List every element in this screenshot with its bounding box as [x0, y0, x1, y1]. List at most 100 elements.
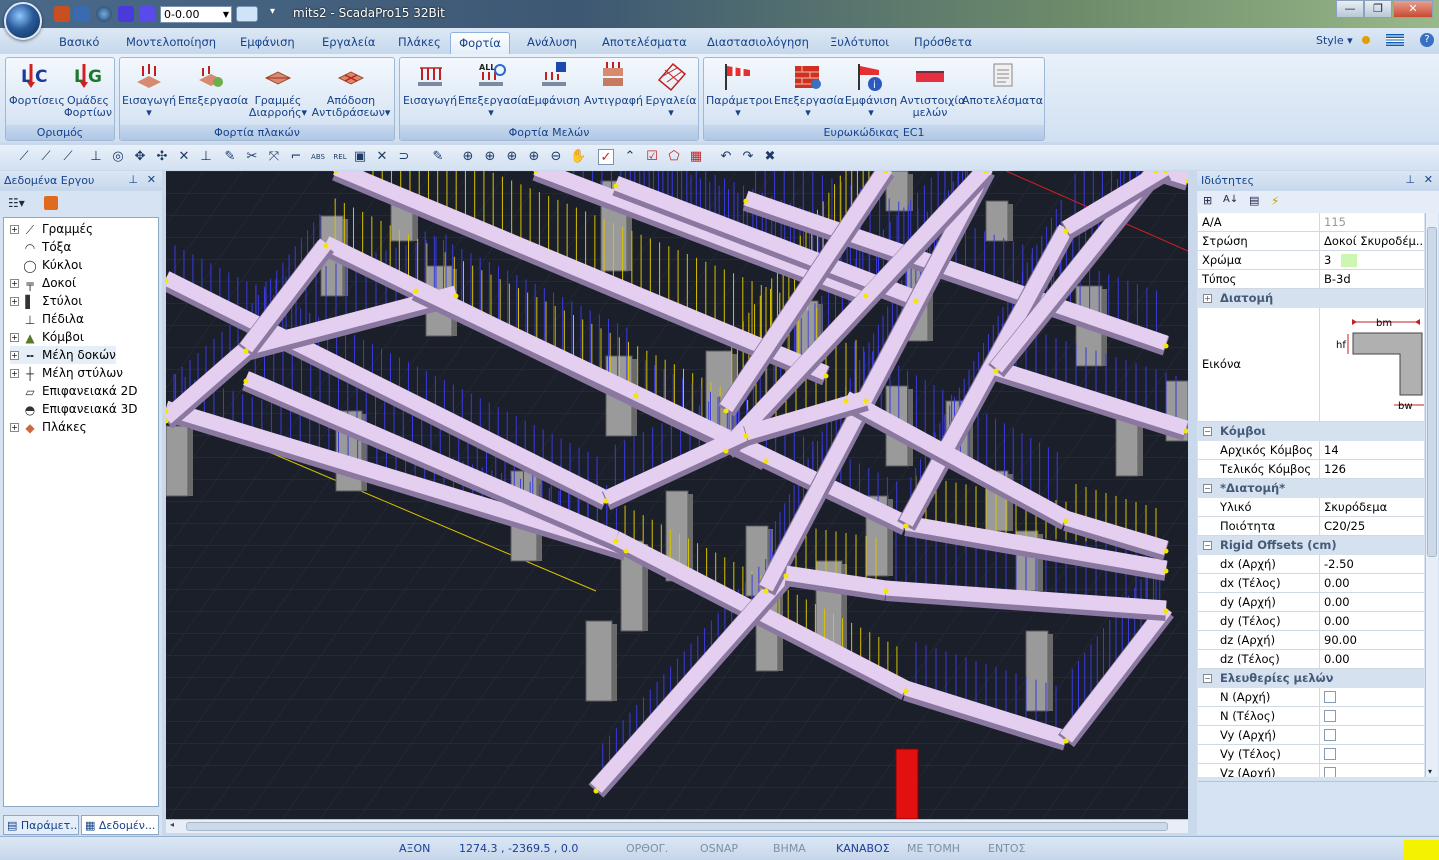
open-icon[interactable]	[74, 6, 90, 22]
prop-row-release[interactable]: N (Τέλος)	[1198, 707, 1424, 726]
structural-model-view[interactable]	[166, 171, 1188, 819]
prop-row-offset[interactable]: dy (Τέλος) 0.00	[1198, 612, 1424, 631]
status-grid[interactable]: ΚΑΝΑΒΟΣ	[836, 842, 890, 855]
copy-button[interactable]: Αντιγραφή	[584, 60, 643, 107]
prop-row-type[interactable]: Τύπος B-3d	[1198, 270, 1424, 289]
prop-value[interactable]: 0.00	[1321, 574, 1424, 592]
release-checkbox[interactable]	[1324, 709, 1336, 722]
zoom-out-icon[interactable]: ⊖	[548, 149, 564, 165]
prop-row-material[interactable]: Υλικό Σκυρόδεμα	[1198, 498, 1424, 517]
properties-close-icon[interactable]: ✕	[1424, 173, 1433, 186]
tree-node-meli-dokon[interactable]: + ╍ Μέλη δοκών	[10, 346, 116, 364]
prop-row-release[interactable]: N (Αρχή)	[1198, 688, 1424, 707]
collapse-icon[interactable]: −	[1203, 541, 1212, 550]
prop-row-release[interactable]: Vz (Αρχή)	[1198, 764, 1424, 777]
status-inside[interactable]: ΕΝΤΟΣ	[988, 842, 1026, 855]
scroll-left-icon[interactable]: ◂	[170, 820, 174, 829]
perpendicular-icon[interactable]: ⊥	[88, 149, 104, 165]
tree-node-styloi[interactable]: + ▌ Στύλοι	[10, 292, 82, 310]
yield-lines-button[interactable]: Γραμμές Διαρροής▾	[248, 60, 308, 119]
prop-value[interactable]: Δοκοί Σκυροδέμ...	[1321, 232, 1424, 250]
tree-node-komvoi[interactable]: + ▲ Κόμβοι	[10, 328, 84, 346]
tree-node-dokoi[interactable]: + ╤ Δοκοί	[10, 274, 76, 292]
category-nodes[interactable]: − Κόμβοι	[1198, 422, 1424, 441]
collapse-icon[interactable]: +	[1203, 294, 1212, 303]
tree-node-kykloi[interactable]: ◯ Κύκλοι	[10, 256, 82, 274]
release-checkbox[interactable]	[1324, 747, 1336, 760]
style-menu[interactable]: Style ▾	[1316, 34, 1353, 47]
member-tools-button[interactable]: Εργαλεία ▾	[644, 60, 698, 119]
reactions-button[interactable]: Απόδοση Αντιδράσεων▾	[310, 60, 392, 119]
check-box-icon[interactable]: ☑	[644, 149, 660, 165]
help-icon[interactable]: ?	[1420, 33, 1434, 47]
prop-row-offset[interactable]: dx (Αρχή) -2.50	[1198, 555, 1424, 574]
cross-icon[interactable]: ✕	[176, 149, 192, 165]
tab-dedomena[interactable]: ▦ Δεδομέν...	[81, 815, 159, 835]
tab-emfanisi[interactable]: Εμφάνιση	[236, 32, 298, 54]
snap-end-icon[interactable]: ⊥	[198, 149, 214, 165]
zoom-in-icon[interactable]: ⊕	[482, 149, 498, 165]
collapse-icon[interactable]: −	[1203, 484, 1212, 493]
scroll-down-icon[interactable]: ▾	[1428, 767, 1432, 776]
pan-icon[interactable]: ✋	[570, 149, 586, 165]
break-icon[interactable]: ⤧	[266, 149, 282, 165]
prop-row-release[interactable]: Vy (Τέλος)	[1198, 745, 1424, 764]
prop-value[interactable]: 14	[1321, 441, 1424, 459]
tab-plakes[interactable]: Πλάκες	[394, 32, 441, 54]
prop-value[interactable]: C20/25	[1321, 517, 1424, 535]
prop-row-layer[interactable]: Στρώση Δοκοί Σκυροδέμ...	[1198, 232, 1424, 251]
prop-value[interactable]	[1321, 688, 1424, 706]
minimize-button[interactable]: —	[1336, 0, 1364, 18]
slab-load-insert-button[interactable]: Εισαγωγή ▾	[122, 60, 176, 119]
status-step[interactable]: ΒΗΜΑ	[773, 842, 806, 855]
prop-value[interactable]	[1321, 764, 1424, 777]
tab-xylotypoi[interactable]: Ξυλότυποι	[826, 32, 890, 54]
tree-node-toksa[interactable]: ◠ Τόξα	[10, 238, 72, 256]
prop-value[interactable]	[1321, 745, 1424, 763]
collapse-icon[interactable]: −	[1203, 427, 1212, 436]
corner-icon[interactable]: ⌐	[288, 149, 304, 165]
property-pages-icon[interactable]: ▤	[1249, 194, 1259, 207]
save-icon[interactable]	[54, 6, 70, 22]
tab-vasiko[interactable]: Βασικό	[55, 32, 103, 54]
prop-value[interactable]: 0.00	[1321, 650, 1424, 668]
sort-az-icon[interactable]: A↓	[1223, 194, 1238, 205]
prop-row-offset[interactable]: dy (Αρχή) 0.00	[1198, 593, 1424, 612]
globe-icon[interactable]	[96, 6, 112, 22]
prop-row-color[interactable]: Χρώμα 3	[1198, 251, 1424, 270]
prop-row-offset[interactable]: dx (Τέλος) 0.00	[1198, 574, 1424, 593]
refresh-icon[interactable]	[44, 196, 58, 210]
prop-value[interactable]: -2.50	[1321, 555, 1424, 573]
3d-viewport[interactable]	[166, 171, 1188, 819]
zoom-icon[interactable]: ⊕	[460, 149, 476, 165]
fortiseis-button[interactable]: LC Φορτίσεις	[9, 60, 65, 107]
prop-value[interactable]: 126	[1321, 460, 1424, 478]
prop-value[interactable]	[1321, 726, 1424, 744]
zoom-window-icon[interactable]: ⊕	[504, 149, 520, 165]
close-button[interactable]: ✕	[1393, 0, 1433, 18]
pin-icon[interactable]: ⊥	[128, 173, 138, 186]
prop-row-release[interactable]: Vy (Αρχή)	[1198, 726, 1424, 745]
pentagon-icon[interactable]: ⬠	[666, 149, 682, 165]
properties-scrollbar[interactable]: ▾	[1425, 213, 1438, 777]
cancel-icon[interactable]: ✖	[762, 149, 778, 165]
prop-value[interactable]: 90.00	[1321, 631, 1424, 649]
move-icon[interactable]: ✥	[132, 149, 148, 165]
pencil-icon[interactable]: ✎	[222, 149, 238, 165]
status-osnap[interactable]: OSNAP	[700, 842, 738, 855]
member-load-edit-button[interactable]: ALL Επεξεργασία ▾	[458, 60, 528, 119]
line-tool-icon[interactable]: ⟋	[16, 149, 32, 165]
prop-row-offset[interactable]: dz (Τέλος) 0.00	[1198, 650, 1424, 669]
release-checkbox[interactable]	[1324, 766, 1336, 777]
tab-prostheta[interactable]: Πρόσθετα	[910, 32, 974, 54]
tree-node-epifaneiaka-3d[interactable]: ◓ Επιφανειακά 3D	[10, 400, 138, 418]
omades-fortion-button[interactable]: LG Ομάδες Φορτίων	[62, 60, 114, 119]
ec1-edit-button[interactable]: Επεξεργασία ▾	[774, 60, 844, 119]
check-icon[interactable]: ✓	[598, 149, 614, 165]
zoom-extent-icon[interactable]: ⊕	[526, 149, 542, 165]
tab-montelopoiisi[interactable]: Μοντελοποίηση	[122, 32, 216, 54]
categorized-icon[interactable]: ⊞	[1203, 194, 1212, 207]
category-section[interactable]: + Διατομή	[1198, 289, 1424, 308]
prop-value[interactable]: 0.00	[1321, 612, 1424, 630]
prop-row-offset[interactable]: dz (Αρχή) 90.00	[1198, 631, 1424, 650]
